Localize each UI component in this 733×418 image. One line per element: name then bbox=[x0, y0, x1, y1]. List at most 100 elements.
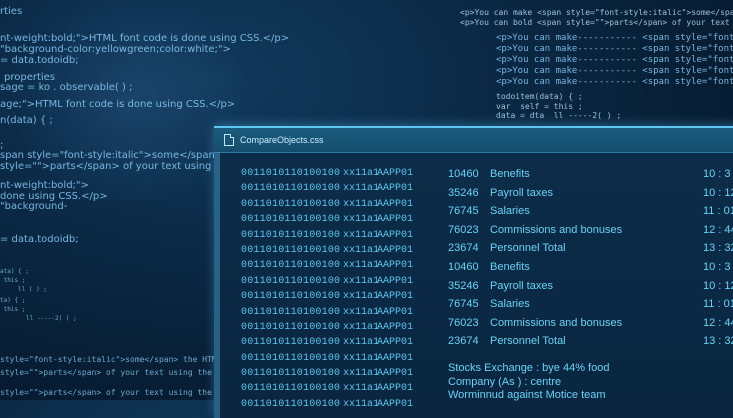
finance-label: Commissions and bonuses bbox=[490, 316, 623, 329]
binary-cell: xx11a1 bbox=[343, 214, 380, 226]
note-line: Company (As ) : centre bbox=[448, 375, 562, 388]
finance-time: 13 : 32 bbox=[703, 242, 733, 255]
binary-cell: AAPP01 bbox=[377, 275, 414, 287]
file-icon bbox=[224, 134, 234, 146]
binary-cell: 0011010110100100 bbox=[241, 306, 341, 318]
finance-num: 35246 bbox=[448, 186, 479, 199]
left-small-line: this ; bbox=[0, 306, 26, 313]
finance-num: 76745 bbox=[448, 205, 479, 218]
left-code-line: = data.todoidb; bbox=[0, 55, 79, 66]
binary-row: 0011010110100100 xx11a1AAPP01 bbox=[241, 337, 413, 352]
binary-row: 0011010110100100 xx11a1AAPP01 bbox=[241, 276, 413, 291]
left-small-line: this ; bbox=[0, 277, 26, 284]
left-code-line: age;">HTML font code is done using CSS.<… bbox=[0, 99, 236, 110]
binary-cell: xx11a1 bbox=[343, 383, 380, 395]
binary-row: 0011010110100100 xx11a1AAPP01 bbox=[241, 307, 413, 322]
window-titlebar[interactable]: CompareObjects.css bbox=[214, 128, 733, 153]
finance-label: Benefits bbox=[490, 168, 530, 180]
binary-cell: xx11a1 bbox=[343, 291, 380, 303]
finance-num: 35246 bbox=[448, 279, 479, 292]
binary-cell: xx11a1 bbox=[343, 244, 380, 256]
binary-cell: 0011010110100100 bbox=[241, 321, 341, 333]
left-code-line: nt-weight:bold;">HTML font code is done … bbox=[0, 33, 290, 44]
binary-cell: 0011010110100100 bbox=[241, 368, 341, 380]
finance-row: 10460 Benefits 10 : 3 bbox=[448, 168, 733, 187]
binary-row: 0011010110100100 xx11a1AAPP01 bbox=[241, 260, 413, 275]
binary-row: 0011010110100100 xx11a1AAPP01 bbox=[241, 183, 413, 198]
finance-row: 35246 Payroll taxes 10 : 12 bbox=[448, 280, 733, 299]
finance-num: 76745 bbox=[448, 298, 479, 311]
binary-row: 0011010110100100 xx11a1AAPP01 bbox=[241, 291, 413, 306]
binary-cell: xx11a1 bbox=[343, 198, 380, 210]
note-line: Worminnud against Motice team bbox=[448, 389, 606, 401]
binary-cell: AAPP01 bbox=[377, 337, 414, 349]
left-small-line: ll ( ) ; bbox=[0, 286, 47, 293]
binary-cell: xx11a1 bbox=[343, 337, 380, 349]
binary-cell: xx11a1 bbox=[343, 168, 380, 179]
binary-row: 0011010110100100 xx11a1AAPP01 bbox=[241, 199, 413, 214]
finance-label: Salaries bbox=[490, 205, 530, 218]
finance-row: 23674 Personnel Total 13 : 32 bbox=[448, 335, 733, 354]
right-code-line: data = dta ll -----2( ) ; bbox=[496, 111, 622, 120]
binary-cell: xx11a1 bbox=[343, 368, 380, 380]
finance-time: 12 : 44 bbox=[703, 223, 733, 236]
binary-row: 0011010110100100 xx11a1AAPP01 bbox=[241, 168, 413, 183]
finance-row: 76023 Commissions and bonuses 12 : 44 bbox=[448, 317, 733, 336]
binary-row: 0011010110100100 xx11a1AAPP01 bbox=[241, 368, 413, 383]
finance-time: 11 : 01 bbox=[703, 298, 733, 311]
left-code-line: rties bbox=[0, 6, 23, 17]
right-make-line: <p>You can make----------- <span style="… bbox=[496, 77, 733, 87]
finance-num: 10460 bbox=[448, 168, 479, 180]
finance-num: 76023 bbox=[448, 316, 479, 329]
binary-cell: 0011010110100100 bbox=[241, 352, 341, 364]
binary-cell: AAPP01 bbox=[377, 229, 414, 241]
binary-cell: AAPP01 bbox=[377, 244, 414, 256]
binary-row: 0011010110100100 xx11a1AAPP01 bbox=[241, 214, 413, 229]
binary-cell: xx11a1 bbox=[343, 229, 380, 241]
editor-window: CompareObjects.css 0011010110100100 xx11a… bbox=[214, 126, 733, 418]
binary-cell: AAPP01 bbox=[377, 168, 414, 179]
binary-cell: 0011010110100100 bbox=[241, 260, 341, 272]
finance-row: 23674 Personnel Total 13 : 32 bbox=[448, 242, 733, 261]
right-make-line: <p>You can make----------- <span style="… bbox=[496, 55, 733, 65]
binary-row: 0011010110100100 xx11a1AAPP01 bbox=[241, 399, 413, 414]
binary-cell: 0011010110100100 bbox=[241, 214, 341, 226]
note-line: Stocks Exchange : bye 44% food bbox=[448, 362, 610, 374]
finance-num: 76023 bbox=[448, 223, 479, 236]
binary-cell: AAPP01 bbox=[377, 306, 414, 318]
finance-time: 10 : 3 bbox=[703, 168, 731, 180]
binary-cell: 0011010110100100 bbox=[241, 291, 341, 303]
finance-row: 76745 Salaries 11 : 01 bbox=[448, 205, 733, 224]
left-code-line: = data.todoidb; bbox=[0, 234, 79, 245]
binary-cell: xx11a1 bbox=[343, 275, 380, 287]
finance-label: Benefits bbox=[490, 260, 530, 273]
binary-cell: 0011010110100100 bbox=[241, 383, 341, 395]
left-code-line: "background-color:yellowgreen;color:whit… bbox=[0, 44, 231, 55]
finance-label: Payroll taxes bbox=[490, 279, 553, 292]
binary-cell: AAPP01 bbox=[377, 260, 414, 272]
left-small-line: ll -----2( ) ; bbox=[8, 315, 77, 322]
binary-cell: AAPP01 bbox=[377, 398, 414, 410]
window-edge bbox=[214, 152, 220, 418]
binary-cell: xx11a1 bbox=[343, 321, 380, 333]
finance-num: 23674 bbox=[448, 242, 479, 255]
finance-time: 10 : 3 bbox=[703, 260, 731, 273]
binary-cell: 0011010110100100 bbox=[241, 244, 341, 256]
binary-cell: 0011010110100100 bbox=[241, 168, 341, 179]
binary-row: 0011010110100100 xx11a1AAPP01 bbox=[241, 322, 413, 337]
right-code-line: var self = this ; bbox=[496, 101, 583, 111]
finance-label: Personnel Total bbox=[490, 335, 566, 348]
finance-label: Personnel Total bbox=[490, 242, 566, 255]
binary-cell: xx11a1 bbox=[343, 260, 380, 272]
left-code-line: "background- bbox=[0, 201, 68, 212]
binary-cell: 0011010110100100 bbox=[241, 337, 341, 349]
binary-cell: AAPP01 bbox=[377, 352, 414, 364]
binary-cell: 0011010110100100 bbox=[241, 398, 341, 410]
binary-cell: 0011010110100100 bbox=[241, 198, 341, 210]
left-code-line: nt-weight:bold;"> bbox=[0, 180, 89, 191]
binary-cell: xx11a1 bbox=[343, 352, 380, 364]
left-small-line: ata) { ; bbox=[0, 268, 29, 275]
binary-cell: AAPP01 bbox=[377, 214, 414, 226]
binary-cell: AAPP01 bbox=[377, 383, 414, 395]
right-code-line: todoitem(data) { ; bbox=[496, 92, 583, 101]
